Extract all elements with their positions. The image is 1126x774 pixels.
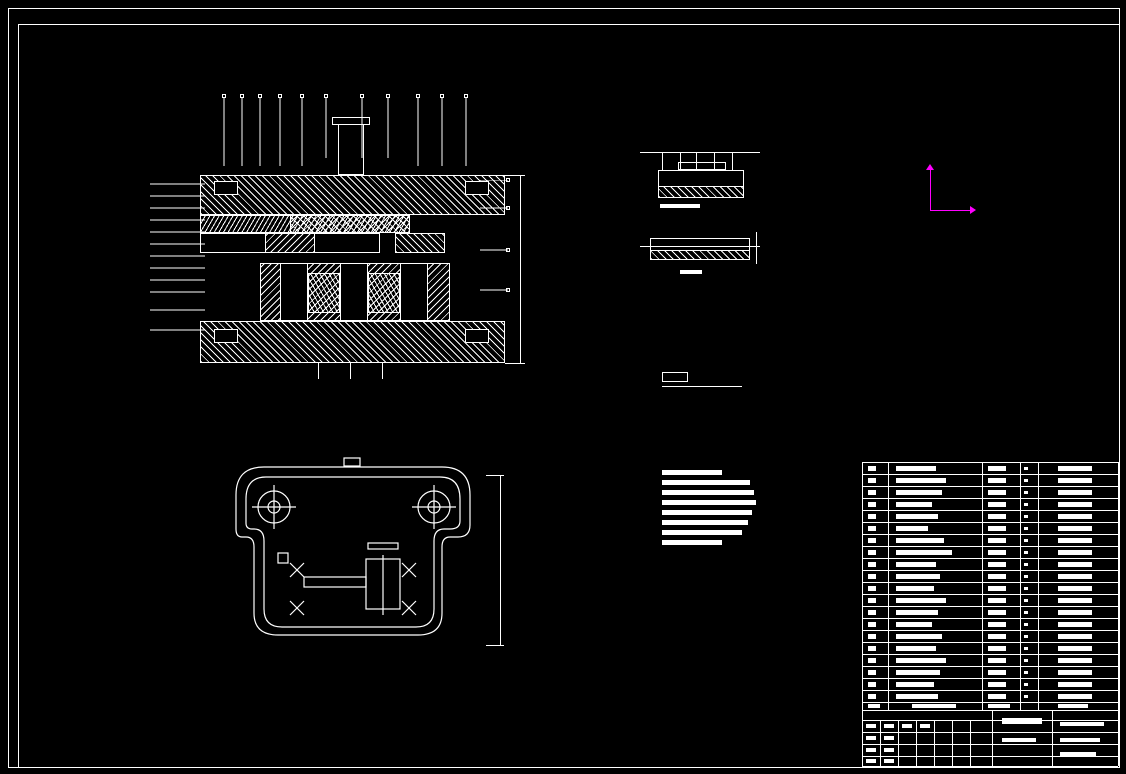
balloon — [222, 94, 226, 98]
detail-view-2 — [640, 232, 760, 282]
bom-table — [862, 462, 1118, 766]
leaders-top — [190, 88, 530, 168]
dim-line — [500, 475, 501, 645]
section-view — [200, 155, 505, 375]
dim-ext — [486, 645, 504, 646]
balloon — [506, 206, 510, 210]
balloon — [278, 94, 282, 98]
leaders-right — [480, 180, 520, 310]
detail-view-3 — [662, 372, 752, 396]
balloon — [464, 94, 468, 98]
detail-view-1 — [640, 152, 760, 212]
balloon — [300, 94, 304, 98]
cad-drawing-canvas — [0, 0, 1126, 774]
balloon — [440, 94, 444, 98]
balloon — [240, 94, 244, 98]
balloon — [506, 178, 510, 182]
balloon — [416, 94, 420, 98]
leaders-left — [150, 180, 210, 360]
plan-view — [218, 455, 488, 655]
balloon — [258, 94, 262, 98]
balloon — [506, 248, 510, 252]
balloon — [324, 94, 328, 98]
dim-ext — [486, 475, 504, 476]
balloon — [360, 94, 364, 98]
ucs-icon — [930, 170, 980, 220]
balloon — [386, 94, 390, 98]
balloon — [506, 288, 510, 292]
